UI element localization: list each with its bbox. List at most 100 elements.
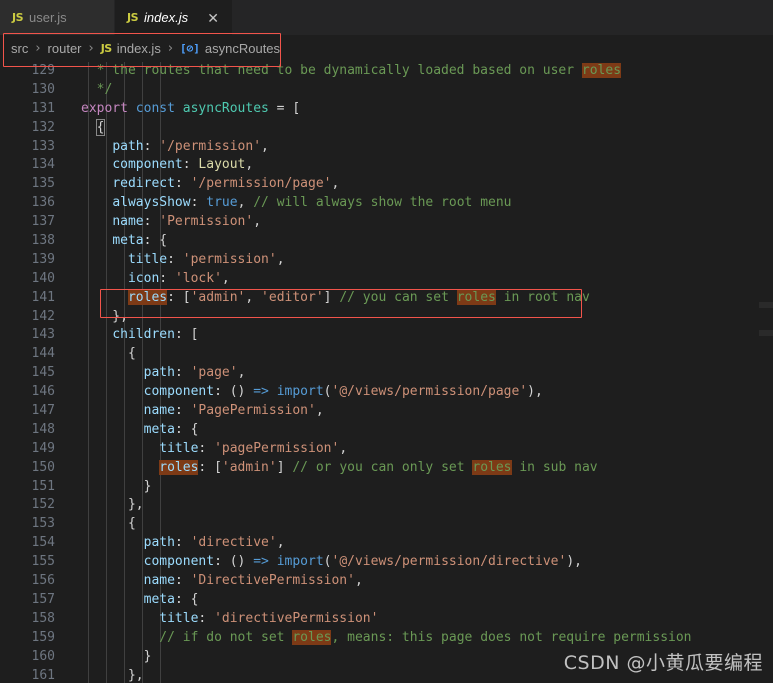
- code-line[interactable]: 147 name: 'PagePermission',: [0, 402, 773, 421]
- line-content[interactable]: alwaysShow: true, // will always show th…: [55, 194, 773, 213]
- code-line[interactable]: 146 component: () => import('@/views/per…: [0, 383, 773, 402]
- code-line[interactable]: 131 export const asyncRoutes = [: [0, 100, 773, 119]
- line-content[interactable]: children: [: [55, 326, 773, 345]
- breadcrumb-item-router[interactable]: router: [46, 41, 84, 56]
- code-line[interactable]: 136 alwaysShow: true, // will always sho…: [0, 194, 773, 213]
- editor-tab-label: index.js: [144, 10, 189, 25]
- line-content[interactable]: redirect: '/permission/page',: [55, 175, 773, 194]
- line-content[interactable]: icon: 'lock',: [55, 270, 773, 289]
- code-line[interactable]: 138 meta: {: [0, 232, 773, 251]
- breadcrumb-item-index-js[interactable]: JS index.js: [99, 41, 163, 56]
- code-token: ,: [237, 195, 254, 211]
- code-line[interactable]: 145 path: 'page',: [0, 364, 773, 383]
- code-line[interactable]: 161 },: [0, 667, 773, 683]
- code-token: 'directivePermission': [214, 610, 379, 626]
- code-line[interactable]: 150 roles: ['admin'] // or you can only …: [0, 459, 773, 478]
- code-line[interactable]: 133 path: '/permission',: [0, 138, 773, 157]
- code-content[interactable]: 129 * the routes that need to be dynamic…: [0, 62, 773, 683]
- line-content[interactable]: path: 'directive',: [55, 534, 773, 553]
- code-line[interactable]: 134 component: Layout,: [0, 156, 773, 175]
- code-token: in sub nav: [511, 459, 598, 475]
- code-token: : {: [174, 421, 199, 437]
- line-content[interactable]: meta: {: [55, 421, 773, 440]
- line-content[interactable]: // if do not set roles, means: this page…: [55, 629, 773, 648]
- code-line[interactable]: 139 title: 'permission',: [0, 251, 773, 270]
- line-content[interactable]: title: 'pagePermission',: [55, 440, 773, 459]
- editor-tab-user-js[interactable]: JSuser.js✕: [0, 0, 115, 35]
- code-line[interactable]: 159 // if do not set roles, means: this …: [0, 629, 773, 648]
- line-content[interactable]: name: 'Permission',: [55, 213, 773, 232]
- code-token: : [: [174, 327, 199, 343]
- code-line[interactable]: 151 }: [0, 478, 773, 497]
- line-content[interactable]: path: 'page',: [55, 364, 773, 383]
- code-token: children: [112, 327, 175, 343]
- line-content[interactable]: component: () => import('@/views/permiss…: [55, 383, 773, 402]
- code-line[interactable]: 154 path: 'directive',: [0, 534, 773, 553]
- code-line[interactable]: 155 component: () => import('@/views/per…: [0, 553, 773, 572]
- code-line[interactable]: 144 {: [0, 345, 773, 364]
- code-token: export: [81, 100, 128, 116]
- close-icon[interactable]: ✕: [206, 11, 220, 25]
- breadcrumb-item-label: asyncRoutes: [204, 41, 281, 56]
- line-number: 151: [31, 478, 55, 494]
- code-token: : (): [214, 554, 254, 570]
- line-content[interactable]: component: Layout,: [55, 156, 773, 175]
- line-content[interactable]: title: 'permission',: [55, 251, 773, 270]
- code-line[interactable]: 152 },: [0, 496, 773, 515]
- line-content[interactable]: },: [55, 667, 773, 683]
- line-content[interactable]: meta: {: [55, 232, 773, 251]
- line-content[interactable]: title: 'directivePermission': [55, 610, 773, 629]
- code-token: 'directive': [190, 535, 277, 551]
- line-content[interactable]: },: [55, 308, 773, 327]
- code-line[interactable]: 130 */: [0, 81, 773, 100]
- code-line[interactable]: 132 {: [0, 118, 773, 138]
- code-line[interactable]: 140 icon: 'lock',: [0, 270, 773, 289]
- line-number: 138: [31, 233, 55, 249]
- line-content[interactable]: roles: ['admin'] // or you can only set …: [55, 459, 773, 478]
- line-content[interactable]: {: [55, 515, 773, 534]
- breadcrumb-item-asyncRoutes[interactable]: [⊘] asyncRoutes: [178, 41, 282, 56]
- code-line[interactable]: 153 {: [0, 515, 773, 534]
- code-line[interactable]: 148 meta: {: [0, 421, 773, 440]
- editor-tab-index-js[interactable]: JS index.js ✕: [115, 0, 234, 35]
- code-token: : {: [143, 233, 168, 249]
- code-line[interactable]: 141 roles: ['admin', 'editor'] // you ca…: [0, 289, 773, 308]
- code-token: :: [143, 214, 160, 230]
- line-content[interactable]: name: 'DirectivePermission',: [55, 572, 773, 591]
- code-line[interactable]: 135 redirect: '/permission/page',: [0, 175, 773, 194]
- line-content[interactable]: export const asyncRoutes = [: [55, 100, 773, 119]
- code-line[interactable]: 156 name: 'DirectivePermission',: [0, 572, 773, 591]
- code-line[interactable]: 129 * the routes that need to be dynamic…: [0, 62, 773, 81]
- line-content[interactable]: {: [55, 345, 773, 364]
- code-token: : {: [174, 591, 199, 607]
- line-content[interactable]: {: [55, 118, 773, 138]
- line-content[interactable]: name: 'PagePermission',: [55, 402, 773, 421]
- line-content[interactable]: }: [55, 478, 773, 497]
- code-token: name: [143, 573, 175, 589]
- code-editor[interactable]: 129 * the routes that need to be dynamic…: [0, 62, 773, 683]
- line-content[interactable]: },: [55, 496, 773, 515]
- code-line[interactable]: 158 title: 'directivePermission': [0, 610, 773, 629]
- line-content[interactable]: */: [55, 81, 773, 100]
- code-line[interactable]: 143 children: [: [0, 326, 773, 345]
- symbol-variable-icon: [⊘]: [180, 42, 200, 55]
- line-content[interactable]: roles: ['admin', 'editor'] // you can se…: [55, 289, 773, 308]
- code-token: alwaysShow: [112, 195, 191, 211]
- line-content[interactable]: }: [55, 648, 773, 667]
- code-line[interactable]: 142 },: [0, 308, 773, 327]
- line-content[interactable]: component: () => import('@/views/permiss…: [55, 553, 773, 572]
- line-content[interactable]: * the routes that need to be dynamically…: [55, 62, 773, 81]
- line-content[interactable]: meta: {: [55, 591, 773, 610]
- code-line[interactable]: 160 }: [0, 648, 773, 667]
- code-token: ,: [339, 440, 348, 456]
- line-content[interactable]: path: '/permission',: [55, 138, 773, 157]
- code-line[interactable]: 157 meta: {: [0, 591, 773, 610]
- code-line[interactable]: 149 title: 'pagePermission',: [0, 440, 773, 459]
- code-line[interactable]: 137 name: 'Permission',: [0, 213, 773, 232]
- breadcrumb-item-src[interactable]: src: [9, 41, 30, 56]
